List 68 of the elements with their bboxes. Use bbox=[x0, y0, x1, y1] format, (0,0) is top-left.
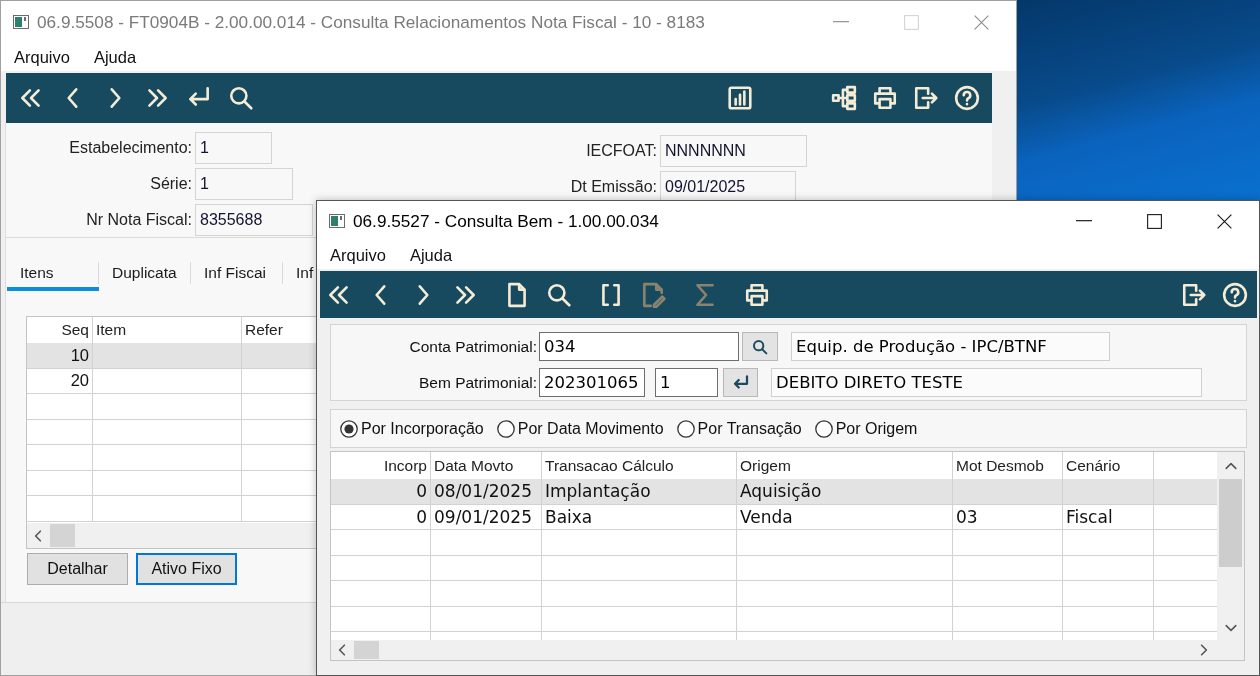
lookup-button[interactable] bbox=[742, 332, 778, 361]
chevron-right-icon[interactable] bbox=[1200, 644, 1208, 656]
field-label: Nr Nota Fiscal: bbox=[86, 211, 192, 229]
field-label: Bem Patrimonial: bbox=[418, 373, 538, 392]
radio-option[interactable]: Por Data Movimento bbox=[496, 419, 664, 438]
scrollbar-thumb[interactable] bbox=[50, 524, 75, 547]
printer-icon[interactable] bbox=[872, 85, 898, 111]
input-field[interactable]: 034 bbox=[539, 332, 739, 361]
help-icon[interactable] bbox=[954, 85, 980, 111]
table-cell: 10 bbox=[27, 343, 93, 369]
window-title: 06.9.5527 - Consulta Bem - 1.00.00.034 bbox=[353, 210, 659, 232]
table-cell: 0 bbox=[331, 479, 431, 505]
app-icon bbox=[13, 15, 29, 29]
input-field[interactable]: 8355688 bbox=[195, 204, 313, 236]
table-row[interactable]: 10 bbox=[27, 343, 317, 369]
table-cell: Aquisição bbox=[737, 479, 953, 505]
close-icon[interactable] bbox=[1216, 213, 1232, 229]
menu-item[interactable]: Ajuda bbox=[85, 47, 145, 67]
vertical-scrollbar[interactable] bbox=[1217, 452, 1244, 640]
input-field[interactable]: NNNNNNN bbox=[660, 135, 807, 167]
exit-icon[interactable] bbox=[913, 85, 939, 111]
enter-arrow-icon bbox=[731, 373, 750, 392]
input-field[interactable]: 1 bbox=[655, 368, 718, 397]
minimize-icon[interactable] bbox=[1076, 220, 1092, 222]
menu-item[interactable]: Arquivo bbox=[322, 245, 394, 265]
search-icon[interactable] bbox=[228, 85, 254, 111]
tab[interactable]: Inf bbox=[283, 259, 315, 291]
radio-option[interactable]: Por Incorporação bbox=[340, 419, 484, 438]
help-icon[interactable] bbox=[1222, 281, 1248, 308]
table-row[interactable]: 20 bbox=[27, 368, 317, 394]
action-button[interactable]: Detalhar bbox=[27, 553, 128, 585]
menu-item[interactable]: Arquivo bbox=[6, 47, 78, 67]
scrollbar-thumb[interactable] bbox=[1219, 479, 1242, 567]
chevron-down-icon[interactable] bbox=[1224, 624, 1237, 632]
table-row[interactable]: 0 09/01/2025 Baixa Venda 03 Fiscal bbox=[331, 504, 1217, 530]
input-field[interactable]: 1 bbox=[195, 168, 293, 200]
input-field[interactable]: DEBITO DIRETO TESTE bbox=[771, 368, 1202, 397]
search-icon[interactable] bbox=[546, 281, 572, 308]
input-field[interactable]: 1 bbox=[195, 132, 272, 164]
field-label: Série: bbox=[150, 175, 192, 193]
confirm-button[interactable] bbox=[723, 368, 758, 397]
field-label: Estabelecimento: bbox=[69, 139, 192, 157]
scrollbar-thumb[interactable] bbox=[354, 641, 379, 659]
hierarchy-icon[interactable] bbox=[831, 85, 857, 111]
input-field[interactable]: 09/01/2025 bbox=[660, 171, 796, 203]
search-icon bbox=[752, 338, 768, 355]
tab[interactable]: Itens bbox=[7, 259, 99, 291]
field-label: IECFOAT: bbox=[586, 142, 657, 160]
radio-option[interactable]: Por Transação bbox=[676, 419, 802, 438]
table-cell: 08/01/2025 bbox=[431, 479, 542, 505]
bar-chart-icon[interactable] bbox=[727, 85, 753, 111]
input-field[interactable]: 202301065 bbox=[539, 368, 645, 397]
printer-icon[interactable] bbox=[744, 281, 770, 308]
chevron-left-icon[interactable] bbox=[34, 529, 42, 542]
chevron-up-icon[interactable] bbox=[1224, 461, 1237, 470]
exit-icon[interactable] bbox=[1181, 281, 1207, 308]
action-button[interactable]: Ativo Fixo bbox=[136, 553, 237, 585]
table-cell: Implantação bbox=[542, 479, 737, 505]
window-title: 06.9.5508 - FT0904B - 2.00.00.014 - Consulta Relacionamentos Nota Fiscal - 10 - 8183 bbox=[37, 11, 705, 33]
field-label: Dt Emissão: bbox=[570, 178, 657, 196]
table-row[interactable]: 0 08/01/2025 Implantação Aquisição bbox=[331, 479, 1217, 505]
chevron-left-icon[interactable] bbox=[338, 644, 346, 656]
field-label: Conta Patrimonial: bbox=[408, 337, 538, 356]
radio-option[interactable]: Por Origem bbox=[814, 419, 918, 438]
menu-item[interactable]: Ajuda bbox=[401, 245, 461, 265]
maximize-icon[interactable] bbox=[1146, 213, 1162, 229]
app-icon bbox=[329, 214, 345, 228]
input-field[interactable]: Equip. de Produção - IPC/BTNF bbox=[791, 332, 1110, 361]
